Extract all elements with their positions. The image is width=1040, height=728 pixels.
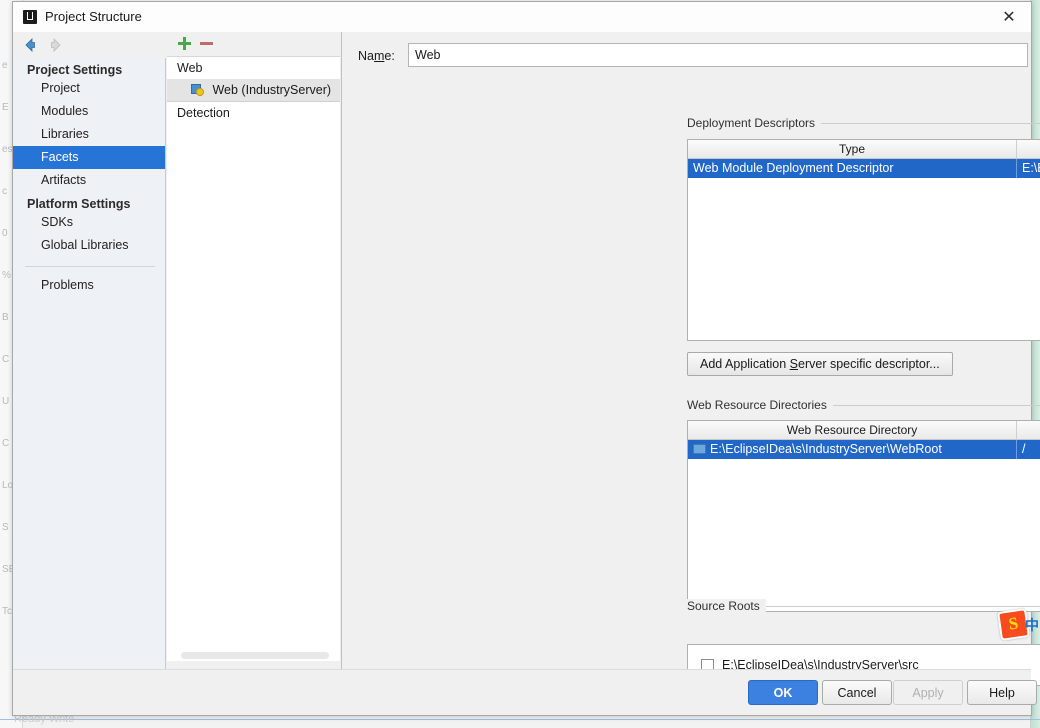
tree-item-label: Web (IndustryServer) (212, 83, 332, 97)
facets-tree-toolbar (166, 32, 341, 56)
table-row[interactable]: Web Module Deployment Descriptor E:\Ecli… (688, 159, 1040, 178)
tree-item-detection[interactable]: Detection (167, 101, 340, 124)
column-header-web-resource-directory[interactable]: Web Resource Directory (688, 421, 1016, 439)
background-glyph: C (2, 438, 10, 449)
cell-relative-path: / (1016, 440, 1040, 459)
name-label-mnemonic: m (373, 49, 385, 63)
facets-tree-panel: Web Web (IndustryServer) Detection (166, 32, 342, 672)
settings-sidebar: Project Settings Project Modules Librari… (13, 58, 166, 672)
column-header-type[interactable]: Type (688, 140, 1016, 158)
name-label-prefix: Na (358, 49, 374, 63)
background-glyph: c (2, 186, 7, 197)
folder-icon (693, 444, 706, 454)
sidebar-item-libraries[interactable]: Libraries (13, 123, 165, 146)
name-label-suffix: e: (384, 49, 395, 63)
arrow-right-icon[interactable] (47, 36, 65, 54)
remove-facet-button[interactable] (196, 35, 216, 53)
cell-descriptor-type: Web Module Deployment Descriptor (693, 161, 894, 175)
tree-horizontal-scrollbar[interactable] (181, 652, 329, 659)
cancel-button[interactable]: Cancel (822, 680, 892, 705)
sidebar-group-platform-settings: Platform Settings (27, 197, 131, 211)
sidebar-item-modules[interactable]: Modules (13, 100, 165, 123)
background-glyph: S (2, 522, 9, 533)
tree-item-label: Web (177, 61, 203, 75)
name-label: Name: (358, 49, 395, 63)
background-bottom-rule (0, 719, 1040, 720)
facet-detail-panel: Name: Deployment Descriptors Type Path W… (342, 32, 1040, 686)
background-glyph: B (2, 312, 9, 323)
background-glyph: e (2, 60, 8, 71)
navigation-bar (13, 32, 165, 58)
column-header-path[interactable]: Path (1016, 140, 1040, 158)
button-label-mnemonic: S (789, 357, 798, 371)
plus-icon (177, 37, 191, 50)
tree-item-web-group[interactable]: Web (167, 57, 340, 79)
table-row[interactable]: E:\EclipseIDea\s\IndustryServer\WebRoot … (688, 440, 1040, 459)
dialog-footer: OK Cancel Apply Help (13, 669, 1037, 715)
table-header-row: Type Path (688, 140, 1040, 159)
add-facet-button[interactable] (174, 35, 194, 53)
background-glyph: Tc (2, 606, 12, 617)
facets-tree-list: Web Web (IndustryServer) Detection (167, 56, 340, 661)
web-facet-icon (191, 83, 205, 96)
sogou-ime-indicator[interactable]: S 中 (997, 608, 1039, 641)
ok-button[interactable]: OK (748, 680, 818, 705)
background-glyph: U (2, 396, 10, 407)
sidebar-item-sdks[interactable]: SDKs (13, 211, 165, 234)
web-resource-directories-caption: Web Resource Directories (687, 398, 833, 412)
deployment-descriptors-table: Type Path Web Module Deployment Descript… (687, 139, 1040, 341)
sidebar-item-global-libraries[interactable]: Global Libraries (13, 234, 165, 257)
dialog-titlebar: Project Structure ✕ (13, 2, 1031, 33)
minus-icon (199, 37, 213, 50)
sidebar-divider (25, 266, 155, 267)
sidebar-item-problems[interactable]: Problems (13, 274, 165, 297)
project-structure-dialog: Project Structure ✕ Project Settings Pro… (12, 1, 1040, 716)
button-label-prefix: Add Application (700, 357, 790, 371)
sidebar-item-facets[interactable]: Facets (13, 146, 165, 169)
close-icon[interactable]: ✕ (987, 2, 1031, 31)
sidebar-group-project-settings: Project Settings (27, 63, 123, 77)
ime-mode-label: 中 (1025, 617, 1039, 633)
dialog-body: Project Settings Project Modules Librari… (13, 32, 1040, 686)
tree-item-label: Detection (177, 106, 230, 120)
source-roots-caption: Source Roots (687, 599, 766, 613)
background-glyph: es (2, 144, 13, 155)
arrow-left-icon[interactable] (21, 36, 39, 54)
cell-text: E:\EclipseIDea\s\IndustryServer\WebRoot (710, 442, 942, 456)
name-input[interactable] (408, 43, 1028, 67)
table-header-row: Web Resource Directory Path Relative to … (688, 421, 1040, 440)
background-glyph: C (2, 354, 10, 365)
deployment-descriptors-caption: Deployment Descriptors (687, 116, 822, 130)
cell-web-resource-directory: E:\EclipseIDea\s\IndustryServer\WebRoot (688, 440, 1016, 459)
cell-descriptor-path: E:\EclipseIDea\s\IndustryServer\WebRoot\… (1016, 159, 1040, 178)
sidebar-item-artifacts[interactable]: Artifacts (13, 169, 165, 192)
tree-item-web-industryserver[interactable]: Web (IndustryServer) (167, 79, 340, 101)
background-glyph: E (2, 102, 9, 113)
web-resource-directories-table: Web Resource Directory Path Relative to … (687, 420, 1040, 612)
button-label-suffix: erver specific descriptor... (798, 357, 940, 371)
intellij-idea-icon (23, 10, 37, 24)
apply-button: Apply (893, 680, 963, 705)
help-button[interactable]: Help (967, 680, 1037, 705)
column-header-path-relative[interactable]: Path Relative to Deployment Root (1016, 421, 1040, 439)
background-glyph: 0 (2, 228, 8, 239)
add-application-server-descriptor-button[interactable]: Add Application Server specific descript… (687, 352, 953, 376)
sidebar-item-project[interactable]: Project (13, 77, 165, 100)
dialog-title: Project Structure (45, 9, 142, 24)
background-glyph: % (2, 270, 11, 281)
